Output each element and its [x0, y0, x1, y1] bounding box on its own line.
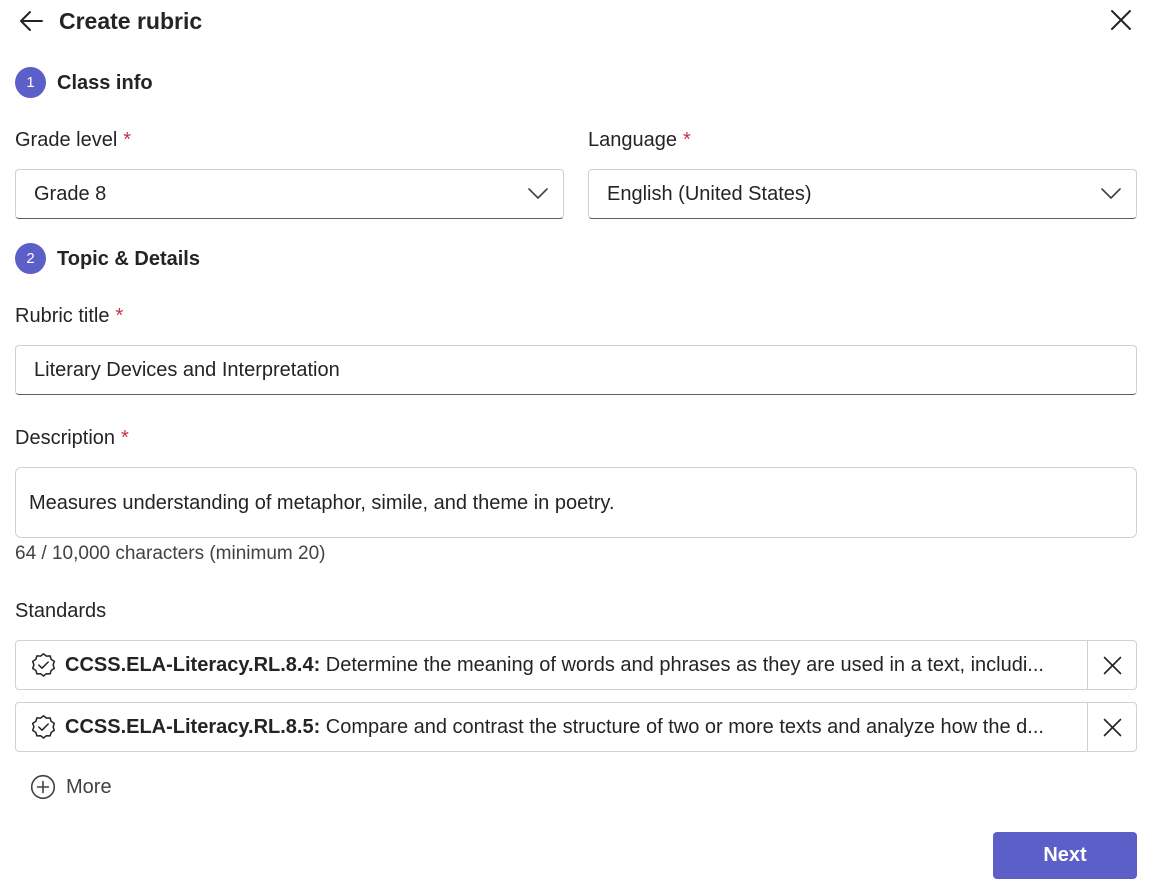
add-more-standards-button[interactable]: More	[30, 773, 112, 801]
description-value: Measures understanding of metaphor, simi…	[29, 492, 615, 514]
standard-code: CCSS.ELA-Literacy.RL.8.4:	[65, 654, 321, 676]
standard-text: CCSS.ELA-Literacy.RL.8.4: Determine the …	[65, 651, 1044, 679]
close-icon	[1103, 718, 1121, 736]
standard-description: Determine the meaning of words and phras…	[320, 654, 1044, 676]
next-button[interactable]: Next	[993, 832, 1137, 879]
language-label-text: Language	[588, 129, 677, 151]
close-icon	[1111, 10, 1131, 30]
language-label: Language *	[588, 126, 691, 154]
description-textarea[interactable]: Measures understanding of metaphor, simi…	[15, 467, 1137, 538]
standard-description: Compare and contrast the structure of tw…	[320, 716, 1044, 738]
rubric-title-input[interactable]: Literary Devices and Interpretation	[15, 345, 1137, 395]
back-button[interactable]	[14, 6, 48, 36]
step-title-topic-details: Topic & Details	[57, 248, 200, 270]
rubric-title-label: Rubric title *	[15, 302, 123, 330]
language-value: English (United States)	[607, 183, 812, 205]
close-icon	[1103, 656, 1121, 674]
standard-content: CCSS.ELA-Literacy.RL.8.5: Compare and co…	[16, 703, 1087, 751]
standard-item[interactable]: CCSS.ELA-Literacy.RL.8.4: Determine the …	[15, 640, 1137, 690]
grade-level-label-text: Grade level	[15, 129, 118, 151]
rubric-title-value: Literary Devices and Interpretation	[34, 359, 340, 381]
step-number-2: 2	[15, 243, 46, 274]
verified-badge-icon	[30, 714, 57, 741]
add-circle-icon	[30, 774, 56, 800]
description-label: Description *	[15, 424, 129, 452]
grade-level-value: Grade 8	[34, 183, 107, 205]
chevron-down-icon	[513, 170, 563, 218]
required-mark: *	[121, 427, 129, 449]
step-number-1: 1	[15, 67, 46, 98]
more-label: More	[66, 776, 112, 798]
character-count: 64 / 10,000 characters (minimum 20)	[15, 543, 326, 564]
step-title-class-info: Class info	[57, 72, 153, 94]
page-title: Create rubric	[59, 8, 203, 34]
arrow-left-icon	[20, 11, 43, 31]
standard-item[interactable]: CCSS.ELA-Literacy.RL.8.5: Compare and co…	[15, 702, 1137, 752]
remove-standard-button[interactable]	[1087, 641, 1136, 689]
standard-text: CCSS.ELA-Literacy.RL.8.5: Compare and co…	[65, 713, 1044, 741]
required-mark: *	[115, 305, 124, 327]
standard-code: CCSS.ELA-Literacy.RL.8.5:	[65, 716, 321, 738]
grade-level-label: Grade level *	[15, 126, 131, 154]
verified-badge-icon	[30, 652, 57, 679]
close-button[interactable]	[1104, 5, 1138, 35]
language-select[interactable]: English (United States)	[588, 169, 1137, 219]
grade-level-select[interactable]: Grade 8	[15, 169, 564, 219]
required-mark: *	[123, 129, 132, 151]
required-mark: *	[682, 129, 691, 151]
remove-standard-button[interactable]	[1087, 703, 1136, 751]
description-label-text: Description	[15, 427, 116, 449]
standards-label: Standards	[15, 600, 107, 622]
standard-content: CCSS.ELA-Literacy.RL.8.4: Determine the …	[16, 641, 1087, 689]
chevron-down-icon	[1086, 170, 1136, 218]
rubric-title-label-text: Rubric title	[15, 305, 110, 327]
